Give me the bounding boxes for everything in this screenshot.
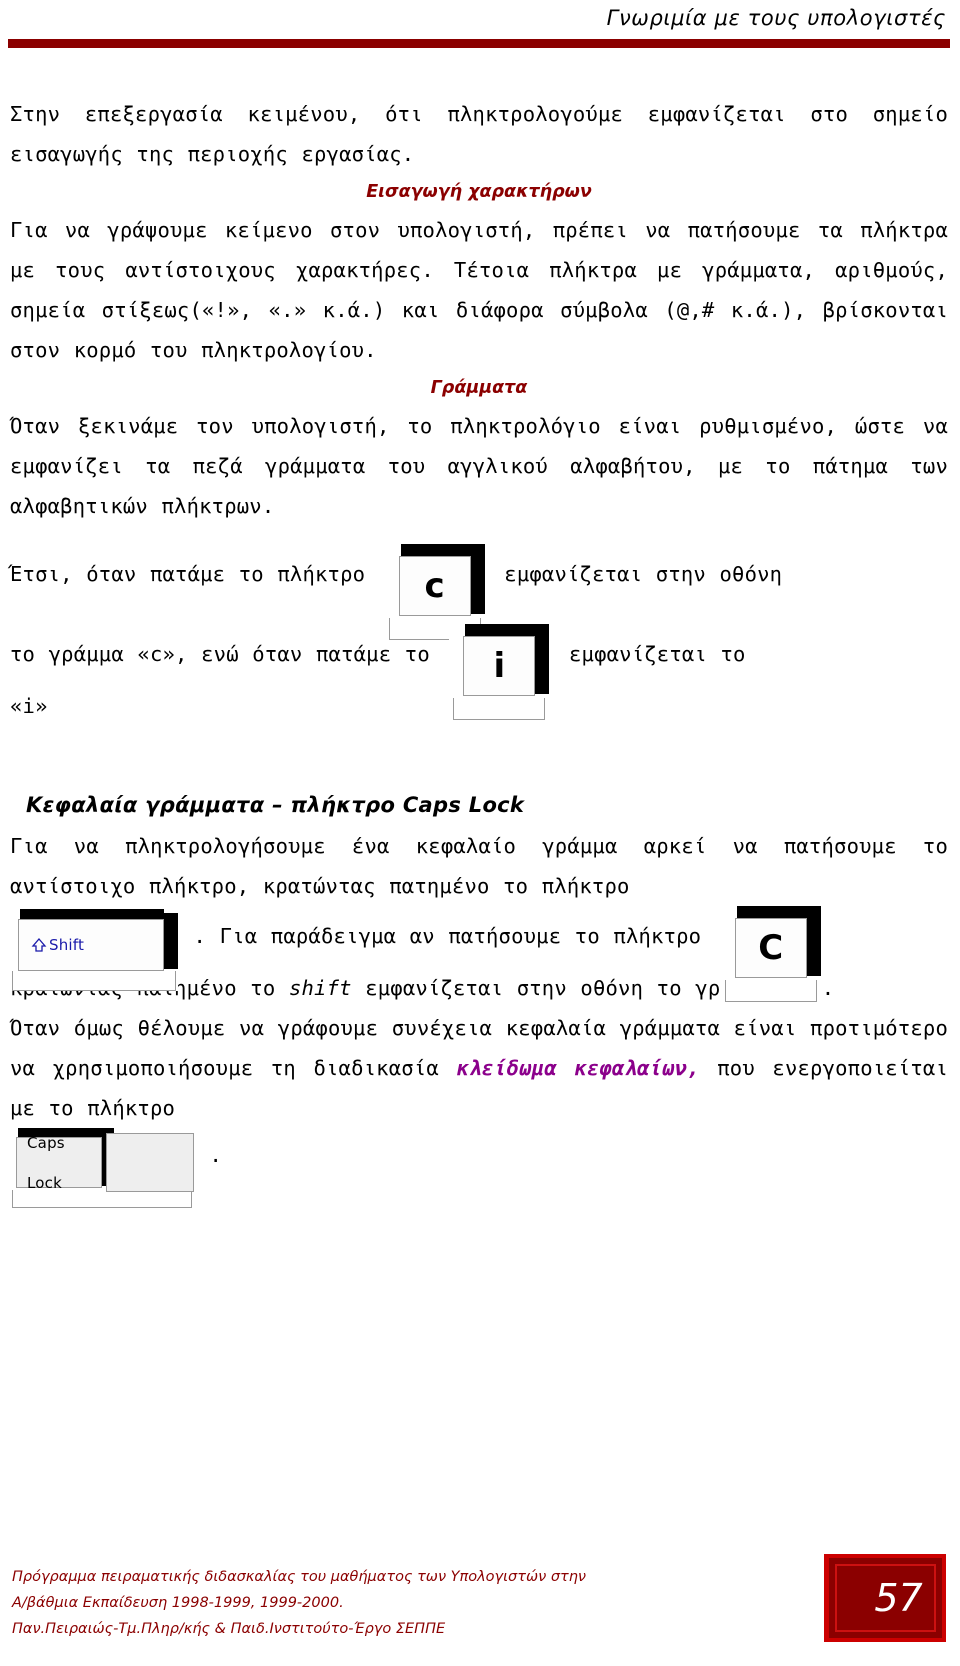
example-line-1-prefix: Έτσι, όταν πατάμε το πλήκτρο <box>10 562 366 586</box>
section1-paragraph: Για να γράψουμε κείμενο στον υπολογιστή,… <box>10 218 948 362</box>
section3-paragraph-e-line: Caps Lock . <box>10 1128 948 1208</box>
keycap-adjacent-panel <box>106 1133 194 1192</box>
section-heading-character-input: Εισαγωγή χαρακτήρων <box>366 182 592 202</box>
example-line-2-suffix: εμφανίζεται το <box>568 642 746 666</box>
keycap-i-lowercase: i <box>449 624 550 720</box>
keycap-label: C <box>758 928 784 968</box>
footer-line-1: Πρόγραμμα πειραματικής διδασκαλίας του μ… <box>12 1569 587 1585</box>
page-content: Στην επεξεργασία κειμένου, ότι πληκτρολο… <box>0 48 960 1208</box>
keycap-shift-label-group: Shift <box>31 925 84 965</box>
keycap-label: Caps Lock <box>27 1133 65 1192</box>
keycap-face: C <box>734 918 807 978</box>
keycap-face: i <box>463 636 536 696</box>
keycap-skirt <box>12 971 176 991</box>
keycap-skirt <box>453 698 546 720</box>
header-title: Γνωριμία με τους υπολογιστές <box>606 6 946 30</box>
keycap-right-bevel <box>533 630 550 694</box>
section3-caps-lock-highlight: κλείδωμα κεφαλαίων, <box>456 1056 700 1080</box>
keycap-face: c <box>398 556 471 616</box>
keycap-caps-lock: Caps Lock <box>10 1128 194 1208</box>
section2-paragraph: Όταν ξεκινάμε τον υπολογιστή, το πληκτρο… <box>10 414 948 518</box>
section3-paragraph-d: Όταν όμως θέλουμε να γράφουμε συνέχεια κ… <box>10 1008 948 1128</box>
page-number-badge: 57 <box>824 1554 946 1642</box>
header-divider-rule <box>8 39 950 48</box>
section3-paragraph-e-text: . <box>209 1143 223 1167</box>
page-header: Γνωριμία με τους υπολογιστές <box>0 0 960 30</box>
section-heading-capital-letters: Κεφαλαία γράμματα – πλήκτρο Caps Lock <box>26 793 525 817</box>
keycap-c-uppercase: C <box>720 906 821 1002</box>
section-heading-letters: Γράμματα <box>430 378 528 398</box>
keycap-face: Caps Lock <box>16 1134 102 1192</box>
section3-paragraph-b-line: Shift . Για παράδειγμα αν πατήσουμε το π… <box>10 906 948 1002</box>
section3-paragraph-a: Για να πληκτρολογήσουμε ένα κεφαλαίο γρά… <box>10 834 948 898</box>
keycap-right-bevel <box>468 550 485 614</box>
intro-paragraph: Στην επεξεργασία κειμένου, ότι πληκτρολο… <box>10 102 948 166</box>
page-number: 57 <box>874 1576 923 1620</box>
example-line-2: το γράμμα «c», ενώ όταν πατάμε το i εμφα… <box>10 624 948 720</box>
keycap-label: c <box>424 566 445 606</box>
example-line-2-prefix: το γράμμα «c», ενώ όταν πατάμε το <box>10 642 430 666</box>
keycap-skirt <box>724 980 817 1002</box>
footer-inner: Πρόγραμμα πειραματικής διδασκαλίας του μ… <box>12 1554 946 1642</box>
footer-credit-block: Πρόγραμμα πειραματικής διδασκαλίας του μ… <box>12 1564 586 1642</box>
example-line-1: Έτσι, όταν πατάμε το πλήκτρο c εμφανίζετ… <box>10 544 948 640</box>
keycap-label: i <box>493 646 506 686</box>
keycap-face: Shift <box>18 919 164 971</box>
keycap-right-bevel <box>804 912 821 976</box>
keycap-shift: Shift <box>10 909 178 991</box>
section3-shift-emphasis: shift <box>288 976 352 1000</box>
keycap-right-bevel <box>164 913 178 969</box>
example-line-1-suffix: εμφανίζεται στην οθόνη <box>504 562 783 586</box>
document-page: { "header": { "title": "Γνωριμία με τους… <box>0 0 960 1666</box>
keycap-label: Shift <box>49 936 85 954</box>
footer-line-2: Α/βάθμια Εκπαίδευση 1998-1999, 1999-2000… <box>12 1595 344 1611</box>
section3-paragraph-b-text: . Για παράδειγμα αν πατήσουμε το πλήκτρο <box>193 924 702 948</box>
shift-arrow-up-icon <box>31 938 47 952</box>
page-footer: Πρόγραμμα πειραματικής διδασκαλίας του μ… <box>0 1554 960 1642</box>
footer-line-3: Παν.Πειραιώς-Τμ.Πληρ/κής & Παιδ.Ινστιτού… <box>12 1621 446 1637</box>
